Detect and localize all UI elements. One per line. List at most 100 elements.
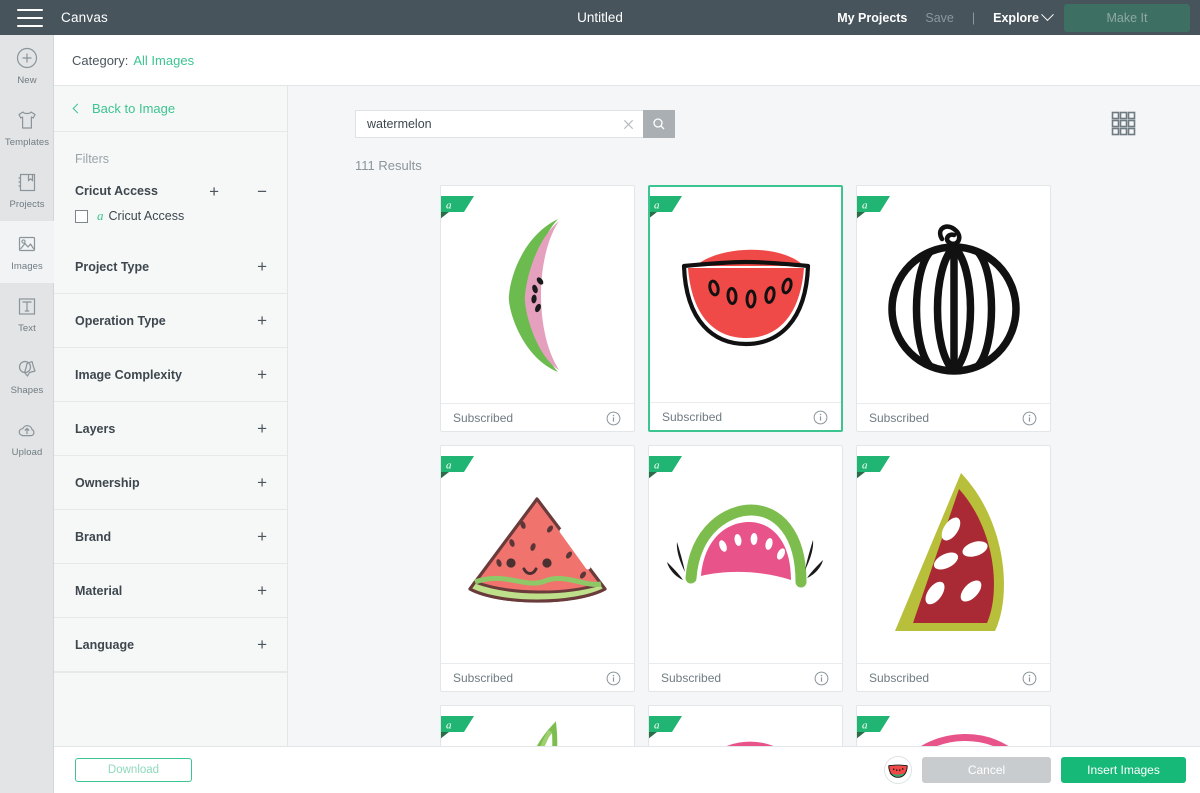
watermelon-pink-partial-art: [725, 741, 774, 746]
filter-section-image-complexity[interactable]: Image Complexity +: [54, 348, 287, 402]
watermelon-pink-partial-b-art: [919, 733, 1009, 746]
plus-icon[interactable]: +: [257, 474, 267, 491]
sidebar-item-label: Text: [18, 323, 36, 334]
search-input[interactable]: [367, 117, 622, 131]
image-card-kawaii-wedge[interactable]: a Subscribed: [440, 445, 635, 692]
filter-section-label: Language: [75, 637, 135, 652]
grid-view-icon[interactable]: [1111, 111, 1136, 141]
search-row: [355, 110, 675, 138]
filters-panel: Back to Image Filters Cricut Access + − …: [54, 86, 288, 746]
sidebar-item-new[interactable]: New: [0, 35, 54, 97]
svg-text:a: a: [654, 720, 660, 732]
search-button[interactable]: [643, 110, 675, 138]
filter-section-language[interactable]: Language +: [54, 618, 287, 672]
filter-section-material[interactable]: Material +: [54, 564, 287, 618]
back-to-image-button[interactable]: Back to Image: [54, 86, 287, 132]
card-footer: Subscribed: [857, 403, 1050, 431]
svg-text:a: a: [654, 460, 660, 472]
sidebar-item-templates[interactable]: Templates: [0, 97, 54, 159]
sidebar-item-text[interactable]: Text: [0, 283, 54, 345]
close-x-icon[interactable]: [622, 118, 635, 131]
watermelon-pink-dome-art: [666, 503, 823, 587]
image-card-half-slice-outline[interactable]: a Subscribed: [648, 185, 843, 432]
image-card-row3-pink-b[interactable]: a: [856, 705, 1051, 746]
cricut-access-badge-icon: a: [649, 456, 682, 479]
sidebar-item-label: New: [17, 75, 37, 86]
status-badge: Subscribed: [453, 671, 514, 685]
my-projects-button[interactable]: My Projects: [828, 11, 916, 25]
filter-section-cricut-access[interactable]: Cricut Access + −: [54, 174, 287, 208]
plus-circle-icon: [16, 47, 38, 69]
plus-icon[interactable]: +: [257, 636, 267, 653]
filter-section-layers[interactable]: Layers +: [54, 402, 287, 456]
plus-icon[interactable]: +: [257, 528, 267, 545]
info-icon[interactable]: [606, 411, 621, 426]
left-rail: New Templates Projects Images Text Shape…: [0, 35, 54, 793]
sidebar-item-upload[interactable]: Upload: [0, 407, 54, 469]
image-card-crescent-slice[interactable]: a Subscribed: [440, 185, 635, 432]
status-badge: Subscribed: [661, 671, 722, 685]
info-icon[interactable]: [1022, 671, 1037, 686]
image-card-dark-red-wedge[interactable]: a Subscribed: [856, 445, 1051, 692]
watermelon-kawaii-art: [468, 496, 607, 603]
cricut-access-badge-icon: a: [649, 716, 682, 739]
plus-icon[interactable]: +: [257, 582, 267, 599]
filter-section-project-type[interactable]: Project Type +: [54, 240, 287, 294]
divider: |: [971, 10, 976, 25]
watermelon-leaf-partial-art: [536, 720, 557, 746]
selected-image-thumbnail[interactable]: [884, 756, 912, 784]
minus-icon[interactable]: −: [257, 183, 267, 200]
image-card-whole-striped[interactable]: a Subscribed: [856, 185, 1051, 432]
image-card-pink-dome[interactable]: a Subscribed: [648, 445, 843, 692]
cancel-button[interactable]: Cancel: [922, 757, 1051, 783]
plus-icon[interactable]: +: [257, 312, 267, 329]
download-button[interactable]: Download: [75, 758, 192, 782]
filter-section-operation-type[interactable]: Operation Type +: [54, 294, 287, 348]
canvas-label: Canvas: [61, 10, 108, 25]
svg-text:a: a: [446, 460, 452, 472]
chevron-down-icon[interactable]: [1041, 8, 1054, 22]
plus-icon[interactable]: +: [257, 420, 267, 437]
plus-icon[interactable]: +: [257, 258, 267, 275]
hamburger-menu-icon[interactable]: [17, 8, 43, 27]
results-area: 111 Results: [288, 86, 1200, 746]
card-footer: Subscribed: [441, 663, 634, 691]
sidebar-item-projects[interactable]: Projects: [0, 159, 54, 221]
top-bar-actions: My Projects Save | Explore Make It: [828, 3, 1200, 32]
category-bar: Category: All Images: [54, 35, 1200, 86]
cricut-access-badge-icon: a: [857, 456, 890, 479]
cricut-access-badge-icon: a: [857, 196, 890, 219]
cricut-access-checkbox-row[interactable]: a Cricut Access: [54, 208, 287, 240]
info-icon[interactable]: [606, 671, 621, 686]
svg-text:a: a: [446, 200, 452, 212]
filter-section-brand[interactable]: Brand +: [54, 510, 287, 564]
category-value-link[interactable]: All Images: [133, 53, 194, 68]
info-icon[interactable]: [1022, 411, 1037, 426]
image-card-row3-pink[interactable]: a: [648, 705, 843, 746]
filter-section-ownership[interactable]: Ownership +: [54, 456, 287, 510]
cricut-access-badge-icon: a: [441, 196, 474, 219]
watermelon-crescent-art: [508, 219, 559, 372]
top-bar: Canvas Untitled My Projects Save | Explo…: [0, 0, 1200, 35]
svg-text:a: a: [862, 460, 868, 472]
plus-icon[interactable]: +: [257, 366, 267, 383]
explore-button[interactable]: Explore: [984, 11, 1043, 25]
image-icon: [18, 236, 36, 252]
filter-section-label: Ownership: [75, 475, 140, 490]
status-badge: Subscribed: [869, 411, 930, 425]
filter-section-label: Brand: [75, 529, 112, 544]
status-badge: Subscribed: [453, 411, 514, 425]
cricut-access-checkbox[interactable]: [75, 209, 88, 223]
image-card-row3-leaf[interactable]: a: [440, 705, 635, 746]
insert-images-button[interactable]: Insert Images: [1061, 757, 1186, 783]
sidebar-item-images[interactable]: Images: [0, 221, 54, 283]
info-icon[interactable]: [813, 410, 828, 425]
make-it-button[interactable]: Make It: [1064, 3, 1190, 32]
sidebar-item-shapes[interactable]: Shapes: [0, 345, 54, 407]
chevron-left-icon: [72, 103, 83, 114]
bottom-actions: Cancel Insert Images: [884, 756, 1186, 784]
save-button[interactable]: Save: [916, 11, 963, 25]
plus-icon[interactable]: +: [209, 183, 219, 200]
sidebar-item-label: Upload: [11, 447, 43, 458]
info-icon[interactable]: [814, 671, 829, 686]
